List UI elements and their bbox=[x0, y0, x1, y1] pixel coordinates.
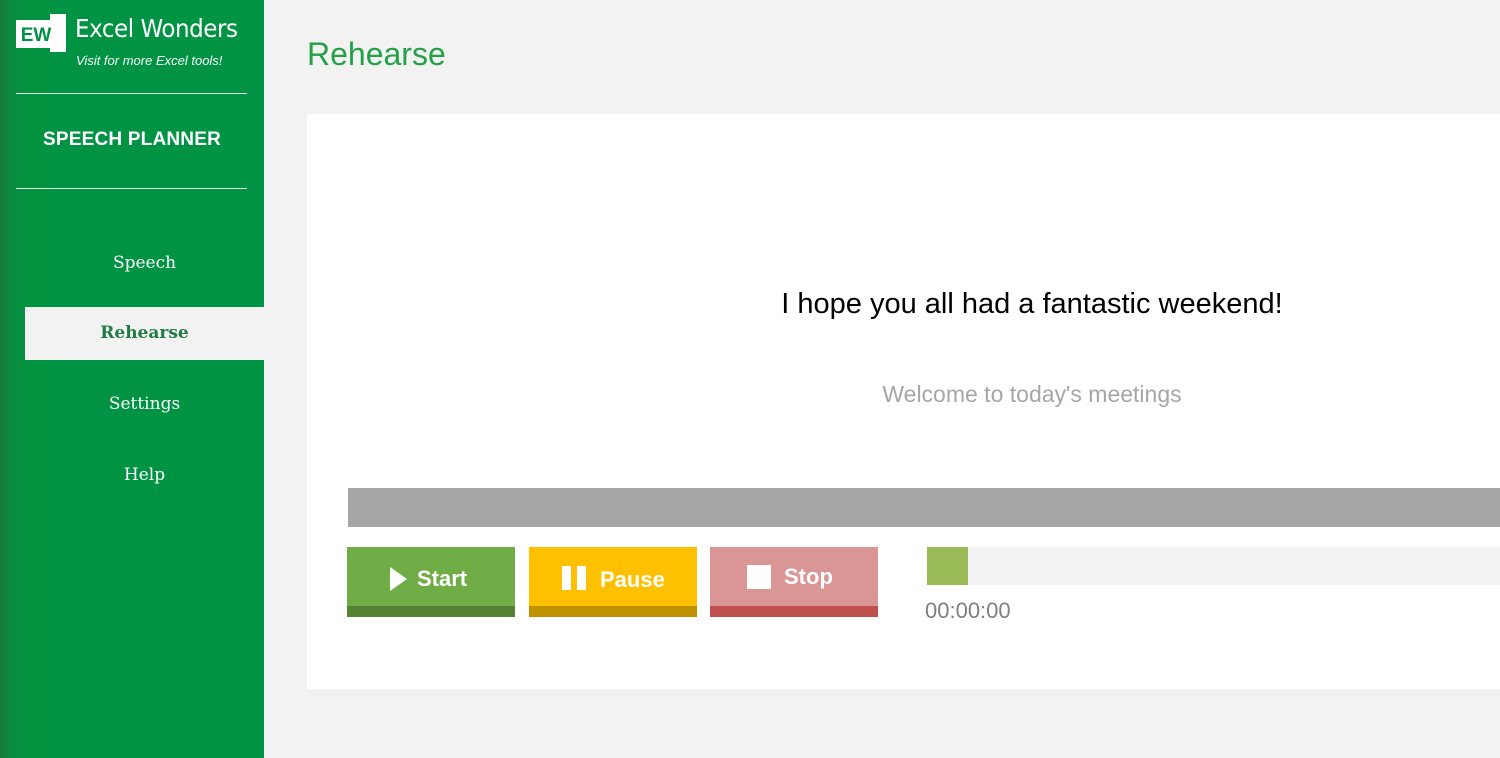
pause-button-base bbox=[529, 606, 697, 617]
stop-button-label: Stop bbox=[784, 564, 833, 589]
next-speech-line: Welcome to today's meetings bbox=[882, 381, 1182, 407]
stop-button[interactable]: Stop bbox=[710, 547, 878, 617]
app-title: SPEECH PLANNER bbox=[42, 129, 222, 150]
rehearse-panel: I hope you all had a fantastic weekend! … bbox=[307, 114, 1500, 689]
sidebar-item-help[interactable]: Help bbox=[25, 449, 264, 502]
brand-tagline: Visit for more Excel tools! bbox=[76, 53, 223, 68]
pause-button-label: Pause bbox=[600, 567, 665, 592]
start-button-base bbox=[347, 606, 515, 617]
start-button-label: Start bbox=[417, 566, 468, 591]
elapsed-timer: 00:00:00 bbox=[925, 598, 1011, 623]
current-speech-line: I hope you all had a fantastic weekend! bbox=[781, 288, 1283, 320]
sidebar-item-rehearse[interactable]: Rehearse bbox=[25, 307, 264, 360]
sidebar-item-settings[interactable]: Settings bbox=[25, 378, 264, 431]
play-icon bbox=[390, 567, 407, 591]
excel-wonders-logo-icon: EW bbox=[16, 14, 66, 52]
teleprompter-bar bbox=[348, 488, 1500, 527]
brand-name: Excel Wonders bbox=[75, 14, 238, 43]
app-window: EW Excel Wonders Visit for more Excel to… bbox=[0, 0, 1500, 758]
start-button[interactable]: Start bbox=[347, 547, 515, 617]
page-title: Rehearse bbox=[307, 36, 446, 72]
stop-icon bbox=[747, 565, 771, 589]
sidebar: EW Excel Wonders Visit for more Excel to… bbox=[0, 0, 264, 758]
sidebar-divider-top bbox=[16, 93, 247, 94]
pause-button[interactable]: Pause bbox=[529, 547, 697, 617]
pause-icon bbox=[562, 566, 586, 590]
stop-button-base bbox=[710, 606, 878, 617]
sidebar-item-speech[interactable]: Speech bbox=[25, 237, 264, 290]
svg-text:EW: EW bbox=[21, 25, 52, 46]
brand-logo[interactable]: EW Excel Wonders Visit for more Excel to… bbox=[16, 12, 256, 72]
rehearsal-progress-bar bbox=[927, 547, 1500, 585]
sidebar-divider-bottom bbox=[16, 188, 247, 189]
rehearsal-progress-fill bbox=[927, 547, 968, 585]
